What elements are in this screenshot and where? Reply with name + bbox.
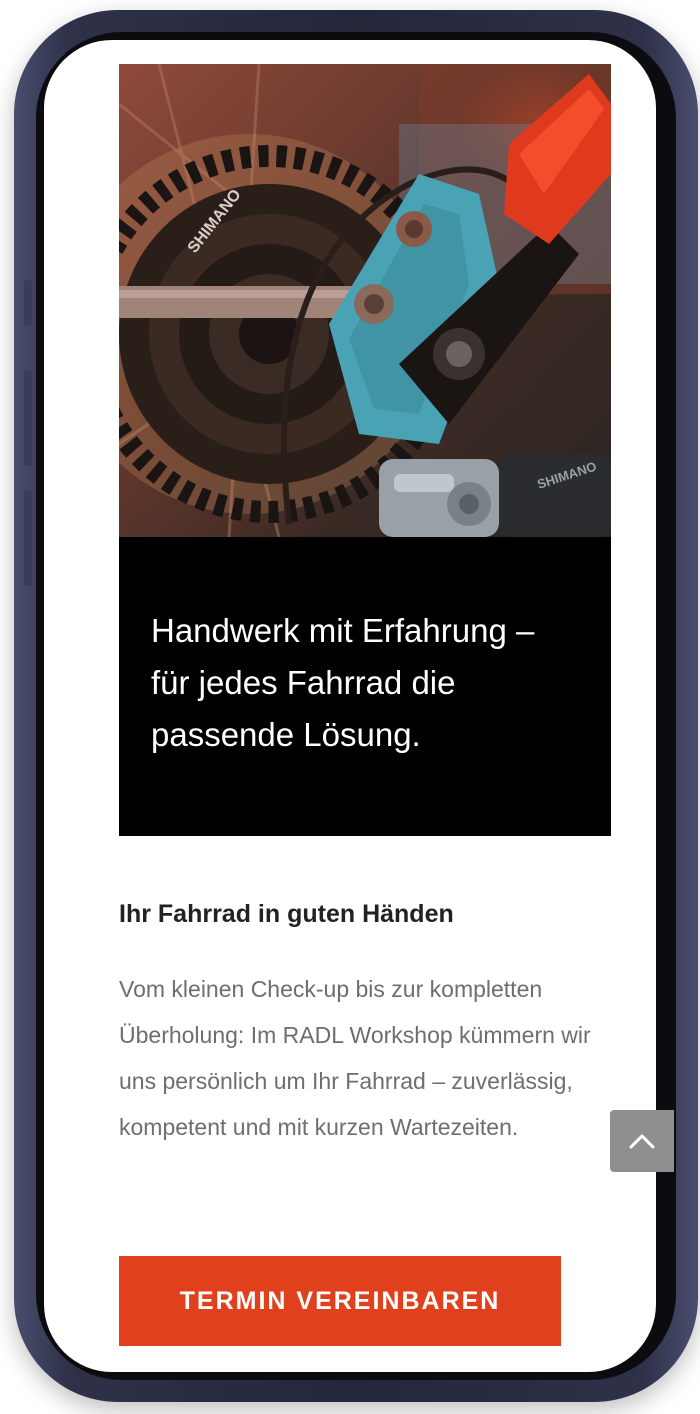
chevron-up-icon [629,1134,655,1149]
silent-switch [24,280,32,326]
book-appointment-button[interactable]: TERMIN VEREINBAREN [119,1256,561,1346]
caption-text: Handwerk mit Erfahrung – für jedes Fahrr… [151,612,535,753]
screen: SHIMANO SHIMANO Handwerk mit Erfahrung –… [44,40,656,1372]
volume-down-button [24,490,32,586]
hero-image: SHIMANO SHIMANO [119,64,611,537]
volume-up-button [24,370,32,466]
scroll-to-top-button[interactable] [610,1110,674,1172]
hero-caption: Handwerk mit Erfahrung – für jedes Fahrr… [119,537,611,836]
section-title: Ihr Fahrrad in guten Händen [119,900,454,928]
bike-repair-photo: SHIMANO SHIMANO [119,64,611,537]
section-body: Vom kleinen Check-up bis zur kompletten … [119,976,591,1140]
